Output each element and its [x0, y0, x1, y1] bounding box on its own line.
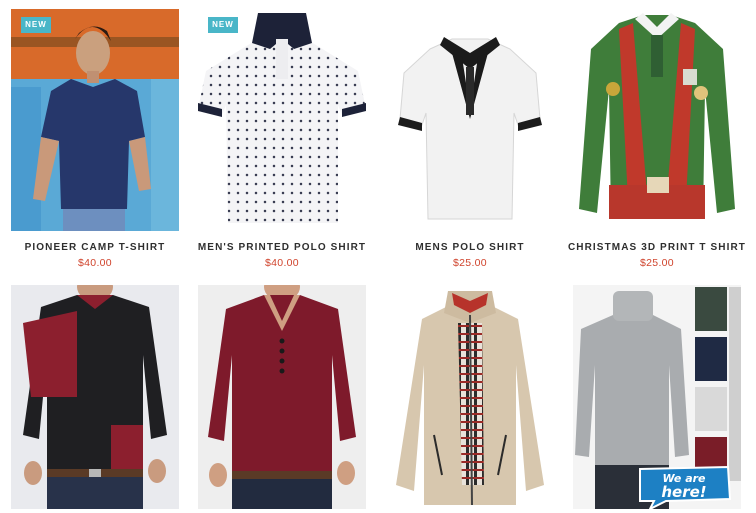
product-title[interactable]: MEN'S PRINTED POLO SHIRT [192, 242, 372, 253]
product-image[interactable] [573, 9, 741, 231]
product-title[interactable]: PIONEER CAMP T-SHIRT [5, 242, 185, 253]
product-title[interactable]: CHRISTMAS 3D PRINT T SHIRT [567, 242, 747, 253]
product-price: $25.00 [640, 257, 674, 269]
product-image[interactable] [198, 285, 366, 509]
product-image[interactable]: NEW [11, 9, 179, 231]
product-image[interactable] [386, 9, 554, 231]
product-image[interactable] [11, 285, 179, 509]
product-price: $40.00 [78, 257, 112, 269]
product-price: $40.00 [265, 257, 299, 269]
product-image[interactable] [386, 285, 554, 509]
chat-widget-button[interactable]: We are here! [636, 465, 732, 509]
new-badge: NEW [21, 17, 51, 33]
new-badge: NEW [208, 17, 238, 33]
product-image[interactable]: NEW [198, 9, 366, 231]
product-price: $25.00 [453, 257, 487, 269]
product-title[interactable]: MENS POLO SHIRT [380, 242, 560, 253]
chat-widget-line2: here! [661, 483, 706, 501]
